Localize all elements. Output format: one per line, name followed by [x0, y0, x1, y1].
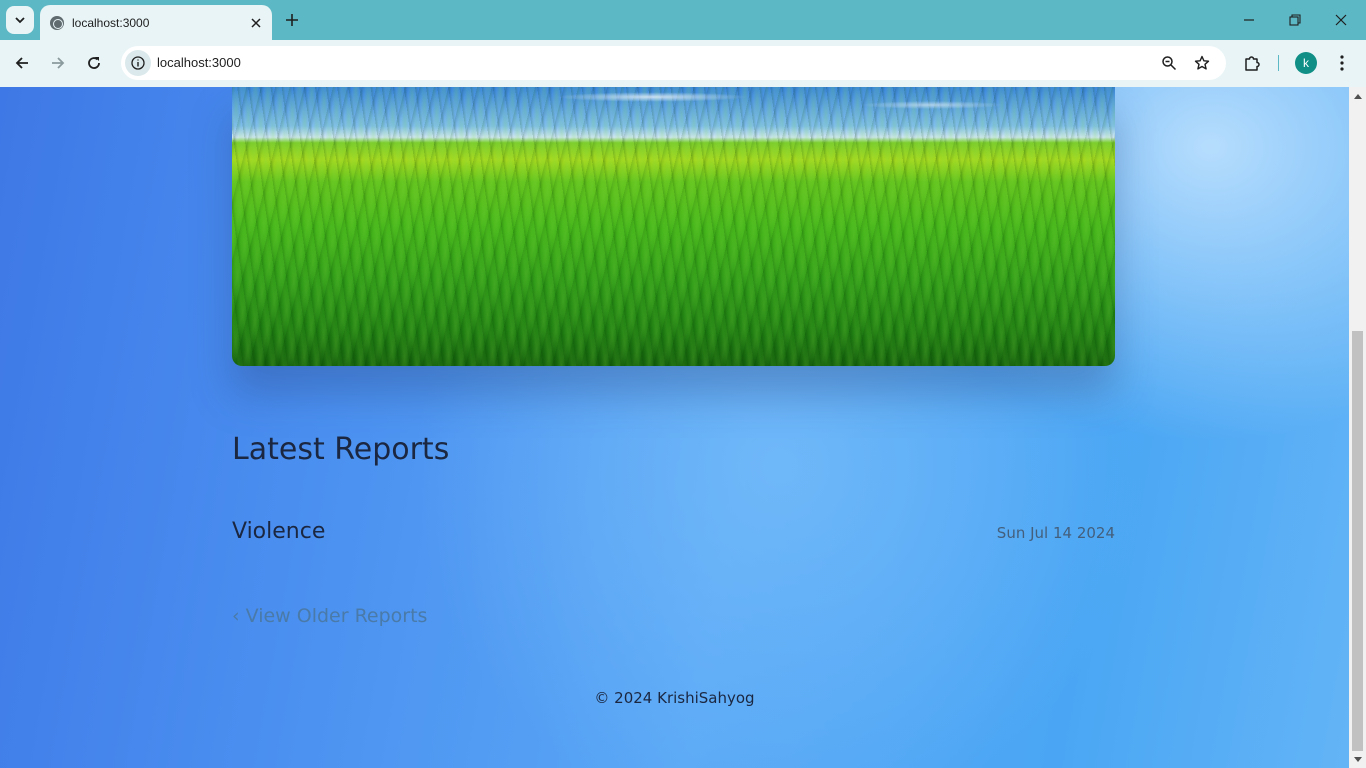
close-window-button[interactable] — [1318, 0, 1364, 40]
new-tab-button[interactable] — [280, 8, 304, 32]
extensions-button[interactable] — [1240, 51, 1264, 75]
hero-sky — [232, 87, 1115, 137]
report-title[interactable]: Violence — [232, 519, 325, 544]
close-icon — [1335, 14, 1347, 26]
footer-copyright: © 2024 KrishiSahyog — [594, 689, 755, 707]
scrollbar-thumb[interactable] — [1352, 331, 1363, 751]
site-info-button[interactable] — [125, 50, 151, 76]
section-title: Latest Reports — [232, 432, 450, 467]
hero-image — [232, 87, 1115, 366]
back-button[interactable] — [8, 49, 36, 77]
report-date: Sun Jul 14 2024 — [996, 524, 1115, 542]
restore-button[interactable] — [1272, 0, 1318, 40]
tab-title: localhost:3000 — [72, 15, 150, 30]
page-viewport: Latest Reports Violence Sun Jul 14 2024 … — [0, 87, 1349, 768]
zoom-icon — [1162, 56, 1177, 71]
older-link-label: View Older Reports — [245, 605, 428, 627]
globe-icon — [50, 15, 64, 30]
info-icon — [131, 56, 145, 70]
view-older-reports-link[interactable]: ‹ View Older Reports — [232, 605, 427, 627]
triangle-up-icon — [1353, 93, 1362, 99]
tab-strip: localhost:3000 — [0, 0, 1366, 40]
browser-toolbar: localhost:3000 k — [0, 40, 1366, 87]
zoom-button[interactable] — [1158, 52, 1180, 74]
scroll-down-button[interactable] — [1349, 751, 1366, 768]
tab-search-button[interactable] — [6, 6, 34, 34]
forward-button[interactable] — [44, 49, 72, 77]
report-list-item[interactable]: Violence Sun Jul 14 2024 — [232, 519, 1115, 549]
url-text[interactable]: localhost:3000 — [157, 55, 241, 70]
chevron-left-icon: ‹ — [232, 605, 240, 627]
chevron-down-icon — [15, 17, 25, 24]
profile-avatar[interactable]: k — [1295, 52, 1317, 74]
toolbar-divider — [1278, 55, 1279, 71]
minimize-button[interactable] — [1226, 0, 1272, 40]
kebab-menu-icon — [1340, 55, 1344, 71]
arrow-left-icon — [15, 57, 28, 69]
arrow-right-icon — [52, 57, 65, 69]
minimize-icon — [1244, 19, 1254, 21]
reload-icon — [88, 57, 100, 69]
browser-tab[interactable]: localhost:3000 — [40, 5, 272, 40]
plus-icon — [286, 14, 298, 26]
bookmark-button[interactable] — [1191, 52, 1213, 74]
star-icon — [1194, 55, 1210, 70]
close-icon — [251, 17, 261, 28]
address-bar[interactable]: localhost:3000 — [121, 46, 1226, 80]
puzzle-icon — [1245, 56, 1260, 71]
tab-close-button[interactable] — [246, 13, 266, 33]
page-scrollbar[interactable] — [1349, 87, 1366, 768]
browser-menu-button[interactable] — [1330, 51, 1354, 75]
triangle-down-icon — [1353, 756, 1362, 762]
reload-button[interactable] — [80, 49, 108, 77]
restore-icon — [1289, 14, 1301, 26]
scroll-up-button[interactable] — [1349, 87, 1366, 104]
